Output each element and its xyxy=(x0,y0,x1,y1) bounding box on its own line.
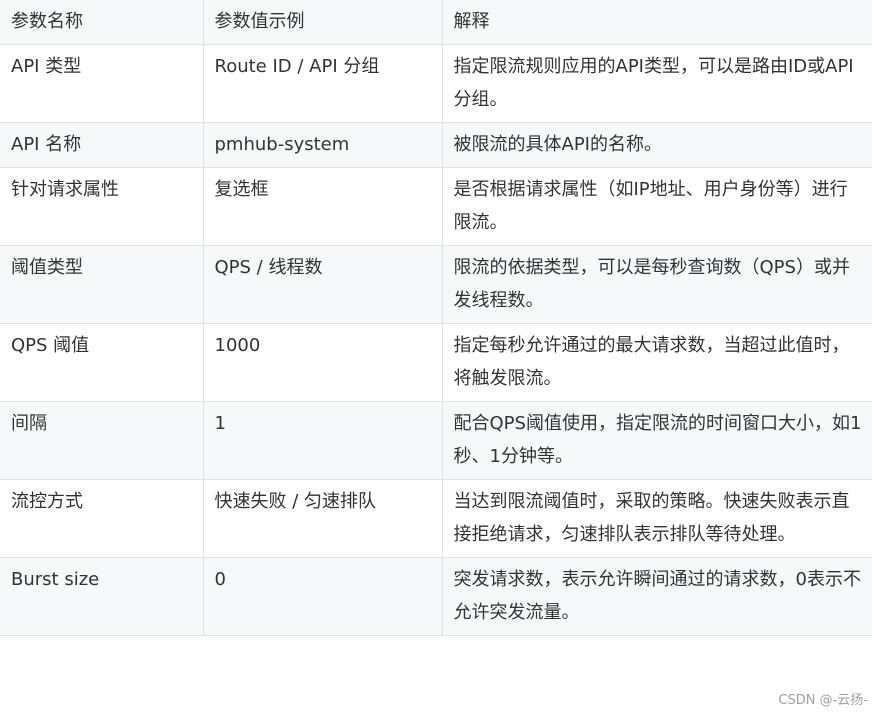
cell-param-example: Route ID / API 分组 xyxy=(203,44,443,123)
cell-explanation: 指定限流规则应用的API类型，可以是路由ID或API分组。 xyxy=(442,44,872,123)
header-param-name: 参数名称 xyxy=(0,0,204,45)
cell-explanation: 突发请求数，表示允许瞬间通过的请求数，0表示不允许突发流量。 xyxy=(442,557,872,636)
cell-param-name: 阈值类型 xyxy=(0,245,204,324)
table-row: Burst size 0 突发请求数，表示允许瞬间通过的请求数，0表示不允许突发… xyxy=(0,557,872,636)
cell-explanation: 当达到限流阈值时，采取的策略。快速失败表示直接拒绝请求，匀速排队表示排队等待处理… xyxy=(442,479,872,558)
cell-param-name: 流控方式 xyxy=(0,479,204,558)
table-header: 参数名称 参数值示例 解释 xyxy=(0,0,872,45)
header-param-example: 参数值示例 xyxy=(203,0,443,45)
cell-param-name: API 名称 xyxy=(0,122,204,168)
header-explanation: 解释 xyxy=(442,0,872,45)
table-row: 阈值类型 QPS / 线程数 限流的依据类型，可以是每秒查询数（QPS）或并发线… xyxy=(0,245,872,324)
cell-explanation: 配合QPS阈值使用，指定限流的时间窗口大小，如1秒、1分钟等。 xyxy=(442,401,872,480)
table-body: API 类型 Route ID / API 分组 指定限流规则应用的API类型，… xyxy=(0,44,872,636)
cell-param-name: QPS 阈值 xyxy=(0,323,204,402)
csdn-watermark: CSDN @-云扬- xyxy=(778,693,868,708)
cell-explanation: 是否根据请求属性（如IP地址、用户身份等）进行限流。 xyxy=(442,167,872,246)
cell-param-example: 复选框 xyxy=(203,167,443,246)
table-row: 间隔 1 配合QPS阈值使用，指定限流的时间窗口大小，如1秒、1分钟等。 xyxy=(0,401,872,480)
cell-param-example: QPS / 线程数 xyxy=(203,245,443,324)
cell-explanation: 限流的依据类型，可以是每秒查询数（QPS）或并发线程数。 xyxy=(442,245,872,324)
cell-param-name: Burst size xyxy=(0,557,204,636)
table-row: 流控方式 快速失败 / 匀速排队 当达到限流阈值时，采取的策略。快速失败表示直接… xyxy=(0,479,872,558)
table-row: API 名称 pmhub-system 被限流的具体API的名称。 xyxy=(0,122,872,168)
table-row: 针对请求属性 复选框 是否根据请求属性（如IP地址、用户身份等）进行限流。 xyxy=(0,167,872,246)
cell-param-name: API 类型 xyxy=(0,44,204,123)
cell-param-example: 1000 xyxy=(203,323,443,402)
parameter-table: 参数名称 参数值示例 解释 API 类型 Route ID / API 分组 指… xyxy=(0,0,872,636)
cell-param-name: 间隔 xyxy=(0,401,204,480)
table-row: API 类型 Route ID / API 分组 指定限流规则应用的API类型，… xyxy=(0,44,872,123)
table-row: QPS 阈值 1000 指定每秒允许通过的最大请求数，当超过此值时，将触发限流。 xyxy=(0,323,872,402)
cell-param-example: 快速失败 / 匀速排队 xyxy=(203,479,443,558)
cell-param-name: 针对请求属性 xyxy=(0,167,204,246)
cell-param-example: 0 xyxy=(203,557,443,636)
cell-explanation: 指定每秒允许通过的最大请求数，当超过此值时，将触发限流。 xyxy=(442,323,872,402)
table-header-row: 参数名称 参数值示例 解释 xyxy=(0,0,872,45)
cell-param-example: pmhub-system xyxy=(203,122,443,168)
page: 参数名称 参数值示例 解释 API 类型 Route ID / API 分组 指… xyxy=(0,0,872,712)
cell-explanation: 被限流的具体API的名称。 xyxy=(442,122,872,168)
cell-param-example: 1 xyxy=(203,401,443,480)
